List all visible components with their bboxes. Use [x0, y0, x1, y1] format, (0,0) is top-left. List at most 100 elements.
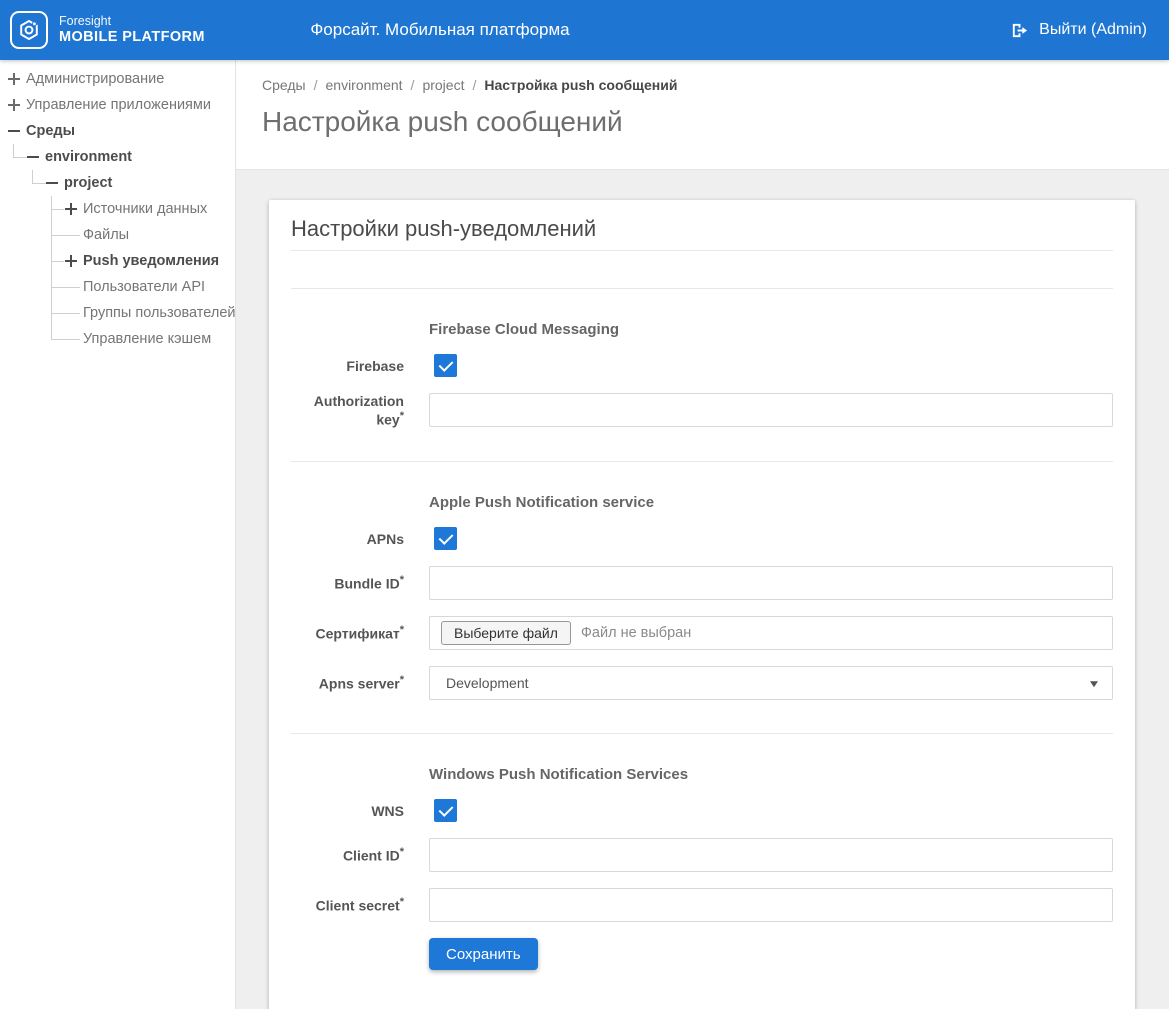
page-title: Настройка push сообщений	[262, 106, 1169, 138]
breadcrumb-project[interactable]: project	[422, 77, 464, 93]
sidebar-item-label: Среды	[26, 123, 75, 139]
sidebar-item-project[interactable]: project Источники данных	[0, 170, 235, 352]
field-cell	[429, 888, 1113, 922]
collapse-minus-icon[interactable]	[8, 125, 20, 137]
expand-plus-icon[interactable]	[8, 99, 20, 111]
sidebar-item-app-management[interactable]: Управление приложениями	[0, 92, 235, 118]
breadcrumb-separator: /	[472, 77, 476, 93]
tree-node[interactable]: Файлы	[0, 222, 235, 248]
save-row: Сохранить	[291, 938, 1113, 970]
form-row-client-secret: Client secret*	[291, 888, 1113, 922]
sidebar-item-data-sources[interactable]: Источники данных	[0, 196, 235, 222]
main-content: Среды / environment / project / Настройк…	[236, 60, 1169, 1009]
tree-node[interactable]: Управление приложениями	[0, 92, 235, 118]
apns-server-select[interactable]: Development	[429, 666, 1113, 700]
section-heading-wns: Windows Push Notification Services	[429, 766, 1113, 783]
bundle-id-input[interactable]	[429, 566, 1113, 600]
required-mark: *	[400, 574, 404, 586]
breadcrumb-environments[interactable]: Среды	[262, 77, 306, 93]
sidebar-item-push-notifications[interactable]: Push уведомления	[0, 248, 235, 274]
label-text: Bundle ID	[334, 576, 399, 592]
sidebar-item-environments[interactable]: Среды environment project	[0, 118, 235, 352]
collapse-minus-icon[interactable]	[27, 151, 39, 163]
content-area: Настройки push-уведомлений Firebase Clou…	[236, 170, 1169, 1009]
required-mark: *	[400, 624, 404, 636]
expand-plus-icon[interactable]	[65, 203, 77, 215]
label-text: Client ID	[343, 848, 400, 864]
page-header-band: Среды / environment / project / Настройк…	[236, 60, 1169, 170]
sidebar-item-label: Файлы	[83, 227, 129, 243]
hexagon-gear-icon	[14, 15, 44, 45]
field-cell	[429, 838, 1113, 872]
sidebar-item-user-groups[interactable]: Группы пользователей	[0, 300, 235, 326]
form-row-firebase-toggle: Firebase	[291, 354, 1113, 378]
sidebar-item-label: Управление кэшем	[83, 331, 211, 347]
tree-node[interactable]: Источники данных	[0, 196, 235, 222]
label-text: Authorization key	[314, 393, 404, 427]
nav-tree: Администрирование Управление приложениям…	[0, 60, 235, 352]
authorization-key-input[interactable]	[429, 393, 1113, 427]
sidebar-navigation: Администрирование Управление приложениям…	[0, 60, 236, 1009]
firebase-checkbox[interactable]	[434, 354, 457, 377]
field-label-authorization-key: Authorization key*	[291, 393, 429, 428]
tree-node[interactable]: Управление кэшем	[0, 326, 235, 352]
breadcrumb-environment[interactable]: environment	[326, 77, 403, 93]
sidebar-item-label: Источники данных	[83, 201, 207, 217]
collapse-minus-icon[interactable]	[46, 177, 58, 189]
field-label-client-secret: Client secret*	[291, 896, 429, 914]
tree-node[interactable]: project	[0, 170, 235, 196]
chevron-down-icon	[1090, 681, 1098, 687]
section-firebase: Firebase Cloud Messaging Firebase Author…	[291, 289, 1113, 462]
sidebar-item-environment[interactable]: environment project	[0, 144, 235, 352]
sidebar-item-label: Администрирование	[26, 71, 164, 87]
field-label-bundle-id: Bundle ID*	[291, 574, 429, 592]
breadcrumb-separator: /	[411, 77, 415, 93]
field-cell	[429, 527, 1113, 551]
logo-text: Foresight MOBILE PLATFORM	[59, 14, 205, 45]
sidebar-item-administration[interactable]: Администрирование	[0, 66, 235, 92]
expand-plus-icon[interactable]	[8, 73, 20, 85]
tree-leaf-spacer	[65, 333, 83, 345]
section-apns: Apple Push Notification service APNs Bun…	[291, 462, 1113, 734]
form-row-certificate: Сертификат* Выберите файл Файл не выбран	[291, 616, 1113, 650]
tree-node[interactable]: Среды	[0, 118, 235, 144]
tree-node[interactable]: environment	[0, 144, 235, 170]
sidebar-item-files[interactable]: Файлы	[0, 222, 235, 248]
sidebar-item-label: Пользователи API	[83, 279, 205, 295]
app-logo[interactable]: Foresight MOBILE PLATFORM	[10, 11, 205, 49]
field-cell	[429, 393, 1113, 428]
sidebar-item-label: project	[64, 175, 112, 191]
choose-file-button[interactable]: Выберите файл	[441, 621, 571, 645]
label-text: Apns server	[319, 676, 400, 692]
sidebar-item-cache-management[interactable]: Управление кэшем	[0, 326, 235, 352]
expand-plus-icon[interactable]	[65, 255, 77, 267]
client-id-input[interactable]	[429, 838, 1113, 872]
section-heading-apns: Apple Push Notification service	[429, 494, 1113, 511]
logout-label: Выйти (Admin)	[1039, 21, 1147, 39]
sidebar-item-label: environment	[45, 149, 132, 165]
required-mark: *	[400, 896, 404, 908]
tree-node[interactable]: Администрирование	[0, 66, 235, 92]
sidebar-item-api-users[interactable]: Пользователи API	[0, 274, 235, 300]
save-button[interactable]: Сохранить	[429, 938, 538, 970]
logout-button[interactable]: Выйти (Admin)	[1010, 21, 1147, 40]
client-secret-input[interactable]	[429, 888, 1113, 922]
tree-node[interactable]: Группы пользователей	[0, 300, 235, 326]
app-title: Форсайт. Мобильная платформа	[310, 20, 569, 40]
form-row-client-id: Client ID*	[291, 838, 1113, 872]
label-text: Сертификат	[315, 626, 399, 642]
tree-leaf-spacer	[65, 307, 83, 319]
form-row-bundle-id: Bundle ID*	[291, 566, 1113, 600]
form-row-authorization-key: Authorization key*	[291, 393, 1113, 428]
tree-node[interactable]: Push уведомления	[0, 248, 235, 274]
field-label-firebase: Firebase	[291, 358, 429, 375]
apns-checkbox[interactable]	[434, 527, 457, 550]
app-header: Foresight MOBILE PLATFORM Форсайт. Мобил…	[0, 0, 1169, 60]
certificate-file-input[interactable]: Выберите файл Файл не выбран	[429, 616, 1113, 650]
wns-checkbox[interactable]	[434, 799, 457, 822]
field-label-apns-server: Apns server*	[291, 674, 429, 692]
required-mark: *	[400, 846, 404, 858]
tree-node[interactable]: Пользователи API	[0, 274, 235, 300]
field-label-apns: APNs	[291, 531, 429, 548]
sidebar-item-label: Push уведомления	[83, 253, 219, 269]
